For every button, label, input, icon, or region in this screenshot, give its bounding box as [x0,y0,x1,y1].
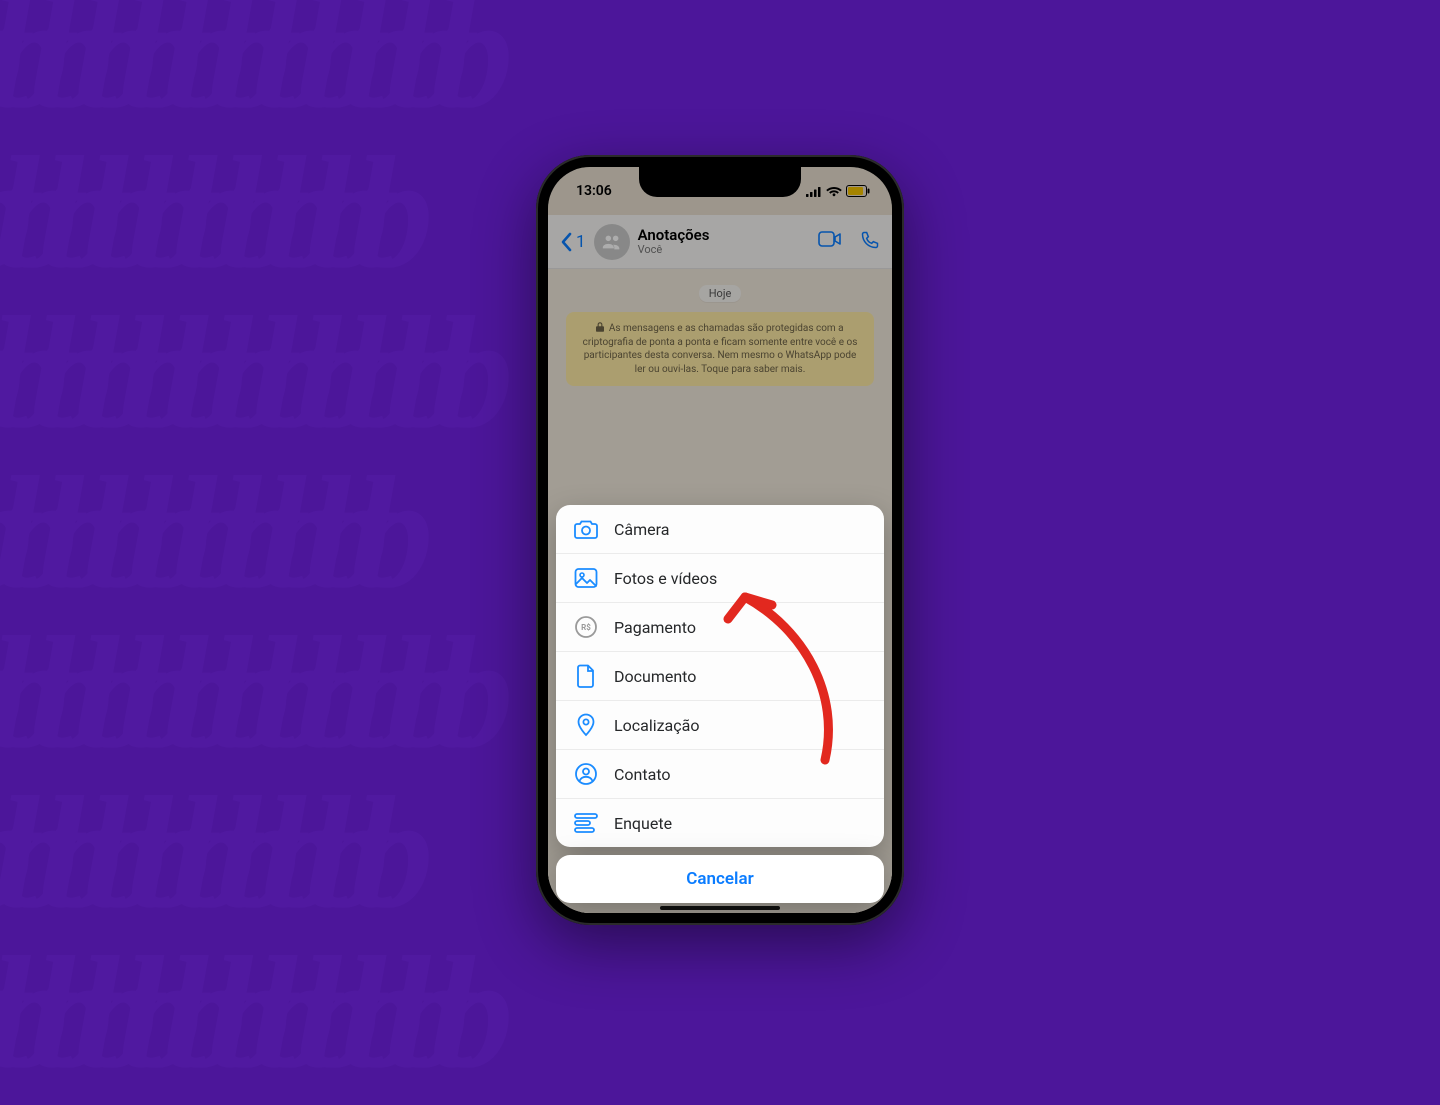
cancel-button[interactable]: Cancelar [556,855,884,903]
sheet-item-label: Enquete [614,814,672,833]
sheet-item-label: Fotos e vídeos [614,569,717,588]
sheet-item-label: Pagamento [614,618,696,637]
sheet-item-photos-videos[interactable]: Fotos e vídeos [556,553,884,602]
sheet-item-payment[interactable]: R$ Pagamento [556,602,884,651]
sheet-item-label: Localização [614,716,699,735]
phone-frame: 13:06 1 Anotações Você [536,155,904,925]
sheet-item-contact[interactable]: Contato [556,749,884,798]
phone-screen: 13:06 1 Anotações Você [548,167,892,913]
svg-text:R$: R$ [581,623,591,632]
location-icon [574,713,598,737]
phone-notch [639,167,801,197]
sheet-item-camera[interactable]: Câmera [556,505,884,553]
contact-icon [574,762,598,786]
home-indicator [660,906,780,910]
sheet-item-label: Contato [614,765,671,784]
document-icon [574,664,598,688]
sheet-item-label: Documento [614,667,696,686]
sheet-item-label: Câmera [614,520,669,539]
photo-icon [574,566,598,590]
payment-icon: R$ [574,615,598,639]
sheet-item-document[interactable]: Documento [556,651,884,700]
sheet-item-poll[interactable]: Enquete [556,798,884,847]
camera-icon [574,517,598,541]
sheet-item-location[interactable]: Localização [556,700,884,749]
poll-icon [574,811,598,835]
attachment-action-sheet: Câmera Fotos e vídeos R$ Pagamento [556,505,884,903]
